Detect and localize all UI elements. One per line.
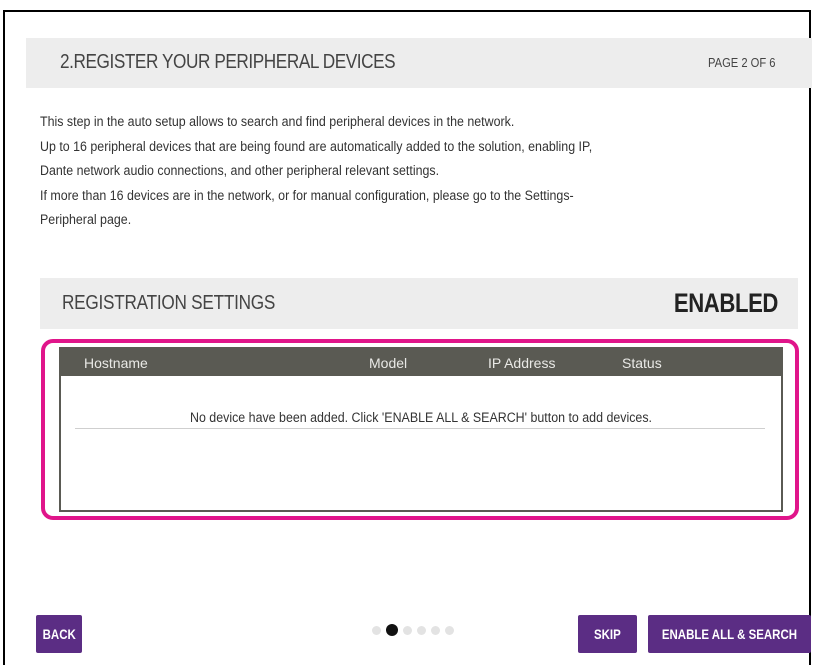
empty-table-message: No device have been added. Click 'ENABLE… <box>189 410 653 425</box>
registration-settings-title: REGISTRATION SETTINGS <box>62 292 276 314</box>
step-description: This step in the auto setup allows to se… <box>40 110 739 233</box>
page-dot[interactable] <box>431 625 440 635</box>
page-dot[interactable] <box>403 625 412 635</box>
skip-button[interactable]: SKIP <box>578 615 637 653</box>
column-header-model[interactable]: Model <box>369 355 407 371</box>
description-line: This step in the auto setup allows to se… <box>40 114 515 129</box>
page-dot[interactable] <box>445 625 454 635</box>
device-table: Hostname Model IP Address Status No devi… <box>59 347 783 512</box>
description-line: Dante network audio connections, and oth… <box>40 163 440 178</box>
description-line: Peripheral page. <box>40 212 132 227</box>
back-button[interactable]: BACK <box>36 615 82 653</box>
description-line: If more than 16 devices are in the netwo… <box>40 187 574 203</box>
skip-button-label: SKIP <box>594 626 621 642</box>
page-dot[interactable] <box>417 625 426 635</box>
row-divider <box>75 428 765 429</box>
enable-all-search-button[interactable]: ENABLE ALL & SEARCH <box>648 615 811 653</box>
page-dots <box>372 624 454 636</box>
enable-all-search-button-label: ENABLE ALL & SEARCH <box>661 626 798 642</box>
page-dot-active[interactable] <box>386 624 398 636</box>
page-title: 2.REGISTER YOUR PERIPHERAL DEVICES <box>60 51 396 73</box>
table-header: Hostname Model IP Address Status <box>61 349 781 376</box>
page-dot[interactable] <box>372 625 381 635</box>
window-frame <box>3 10 811 665</box>
registration-settings-header: REGISTRATION SETTINGS ENABLED <box>40 278 798 329</box>
back-button-label: BACK <box>42 626 76 642</box>
description-line: Up to 16 peripheral devices that are bei… <box>40 138 593 154</box>
column-header-ip-address[interactable]: IP Address <box>488 355 555 371</box>
column-header-hostname[interactable]: Hostname <box>84 355 148 371</box>
registration-status: ENABLED <box>673 288 779 318</box>
page-header: 2.REGISTER YOUR PERIPHERAL DEVICES PAGE … <box>26 38 812 88</box>
column-header-status[interactable]: Status <box>622 355 662 371</box>
page-indicator: PAGE 2 OF 6 <box>708 55 776 70</box>
